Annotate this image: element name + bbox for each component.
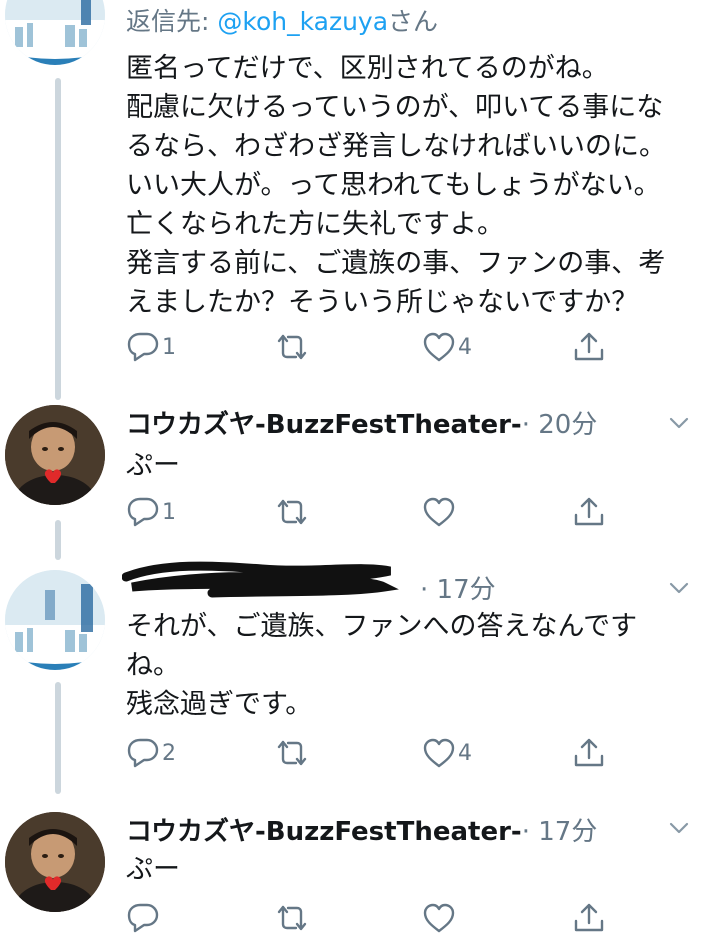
redaction-scribble bbox=[122, 561, 399, 598]
share-button[interactable] bbox=[572, 492, 606, 532]
avatar-image bbox=[5, 570, 105, 670]
retweet-icon bbox=[277, 740, 307, 766]
retweet-icon bbox=[277, 905, 307, 931]
reply-button[interactable]: 2 bbox=[126, 733, 176, 773]
tweet-text-line: ね。 bbox=[126, 650, 180, 681]
retweet-button[interactable] bbox=[274, 733, 312, 773]
share-button[interactable] bbox=[572, 327, 606, 367]
avatar[interactable] bbox=[5, 570, 105, 670]
tweet-text-line: いい大人が。って思われてもしょうがない。 bbox=[126, 170, 661, 201]
tweet-text: それが、ご遺族、ファンへの答えなんです ね。 残念過ぎです。 bbox=[126, 607, 696, 724]
like-button[interactable] bbox=[422, 492, 458, 532]
timestamp[interactable]: · 20分 bbox=[522, 410, 598, 440]
thread-line bbox=[55, 520, 61, 560]
reply-prefix: 返信先: bbox=[126, 7, 218, 36]
reply-icon bbox=[127, 738, 159, 768]
tweet-text: 匿名ってだけで、区別されてるのがね。 配慮に欠けるっていうのが、叩いてる事にな … bbox=[126, 49, 696, 322]
like-button[interactable]: 4 bbox=[422, 733, 472, 773]
tweet-text-line: 発言する前に、ご遺族の事、ファンの事、考 bbox=[126, 248, 666, 279]
like-count: 4 bbox=[458, 334, 472, 360]
retweet-button[interactable] bbox=[274, 327, 312, 367]
reply-button[interactable] bbox=[126, 898, 162, 938]
tweet-text: ぷー bbox=[126, 850, 696, 889]
heart-icon bbox=[423, 903, 455, 933]
share-icon bbox=[574, 903, 604, 932]
reply-icon bbox=[127, 903, 159, 933]
tweet-text-line: ぷー bbox=[126, 854, 180, 885]
share-icon bbox=[574, 497, 604, 526]
reply-count: 2 bbox=[162, 740, 176, 766]
tweet-header: コウカズヤ-BuzzFestTheater-· 20分 bbox=[126, 404, 597, 441]
tweet-actions: 1 4 bbox=[126, 327, 606, 367]
reply-button[interactable]: 1 bbox=[126, 492, 176, 532]
retweet-button[interactable] bbox=[274, 898, 312, 938]
chevron-down-icon[interactable] bbox=[668, 817, 690, 839]
tweet-text: ぷー bbox=[126, 446, 696, 485]
reply-icon bbox=[127, 332, 159, 362]
heart-icon bbox=[423, 332, 455, 362]
display-name[interactable]: コウカズヤ-BuzzFestTheater- bbox=[126, 410, 522, 440]
heart-icon bbox=[423, 738, 455, 768]
retweet-icon bbox=[277, 499, 307, 525]
share-icon bbox=[574, 738, 604, 767]
tweet-header: · 17分 bbox=[420, 569, 496, 606]
tweet-text-line: ぷー bbox=[126, 450, 180, 481]
reply-icon bbox=[127, 497, 159, 527]
thread-line bbox=[55, 682, 61, 794]
avatar[interactable] bbox=[5, 0, 105, 65]
avatar-image bbox=[5, 812, 105, 912]
like-count: 4 bbox=[458, 740, 472, 766]
reply-handle-link[interactable]: @koh_kazuya bbox=[217, 7, 388, 36]
retweet-icon bbox=[277, 334, 307, 360]
timestamp[interactable]: · 17分 bbox=[522, 817, 598, 847]
like-button[interactable] bbox=[422, 898, 458, 938]
display-name[interactable]: コウカズヤ-BuzzFestTheater- bbox=[126, 817, 522, 847]
chevron-down-icon[interactable] bbox=[668, 577, 690, 599]
avatar-image bbox=[5, 405, 105, 505]
reply-context: 返信先: @koh_kazuyaさん bbox=[126, 2, 438, 38]
reply-count: 1 bbox=[162, 499, 176, 525]
like-button[interactable]: 4 bbox=[422, 327, 472, 367]
avatar[interactable] bbox=[5, 812, 105, 912]
tweet-text-line: 配慮に欠けるっていうのが、叩いてる事にな bbox=[126, 92, 664, 123]
chevron-down-icon[interactable] bbox=[668, 412, 690, 434]
tweet-text-line: 匿名ってだけで、区別されてるのがね。 bbox=[126, 53, 609, 84]
reply-suffix: さん bbox=[388, 7, 439, 36]
reply-count: 1 bbox=[162, 334, 176, 360]
share-icon bbox=[574, 332, 604, 361]
tweet-text-line: るなら、わざわざ発言しなければいいのに。 bbox=[126, 131, 666, 162]
tweet-actions: 2 4 bbox=[126, 733, 606, 773]
share-button[interactable] bbox=[572, 733, 606, 773]
timestamp[interactable]: · 17分 bbox=[420, 575, 496, 605]
tweet-actions bbox=[126, 898, 606, 938]
tweet-actions: 1 bbox=[126, 492, 606, 532]
tweet-text-line: 亡くなられた方に失礼ですよ。 bbox=[126, 209, 504, 240]
thread-line bbox=[55, 78, 61, 400]
tweet-text-line: それが、ご遺族、ファンへの答えなんです bbox=[126, 611, 638, 642]
tweet-text-line: えましたか？そういう所じゃないですか？ bbox=[126, 287, 639, 318]
heart-icon bbox=[423, 497, 455, 527]
share-button[interactable] bbox=[572, 898, 606, 938]
tweet-header: コウカズヤ-BuzzFestTheater-· 17分 bbox=[126, 811, 597, 848]
reply-button[interactable]: 1 bbox=[126, 327, 176, 367]
tweet-text-line: 残念過ぎです。 bbox=[126, 689, 313, 720]
retweet-button[interactable] bbox=[274, 492, 312, 532]
avatar[interactable] bbox=[5, 405, 105, 505]
avatar-image bbox=[5, 0, 105, 65]
